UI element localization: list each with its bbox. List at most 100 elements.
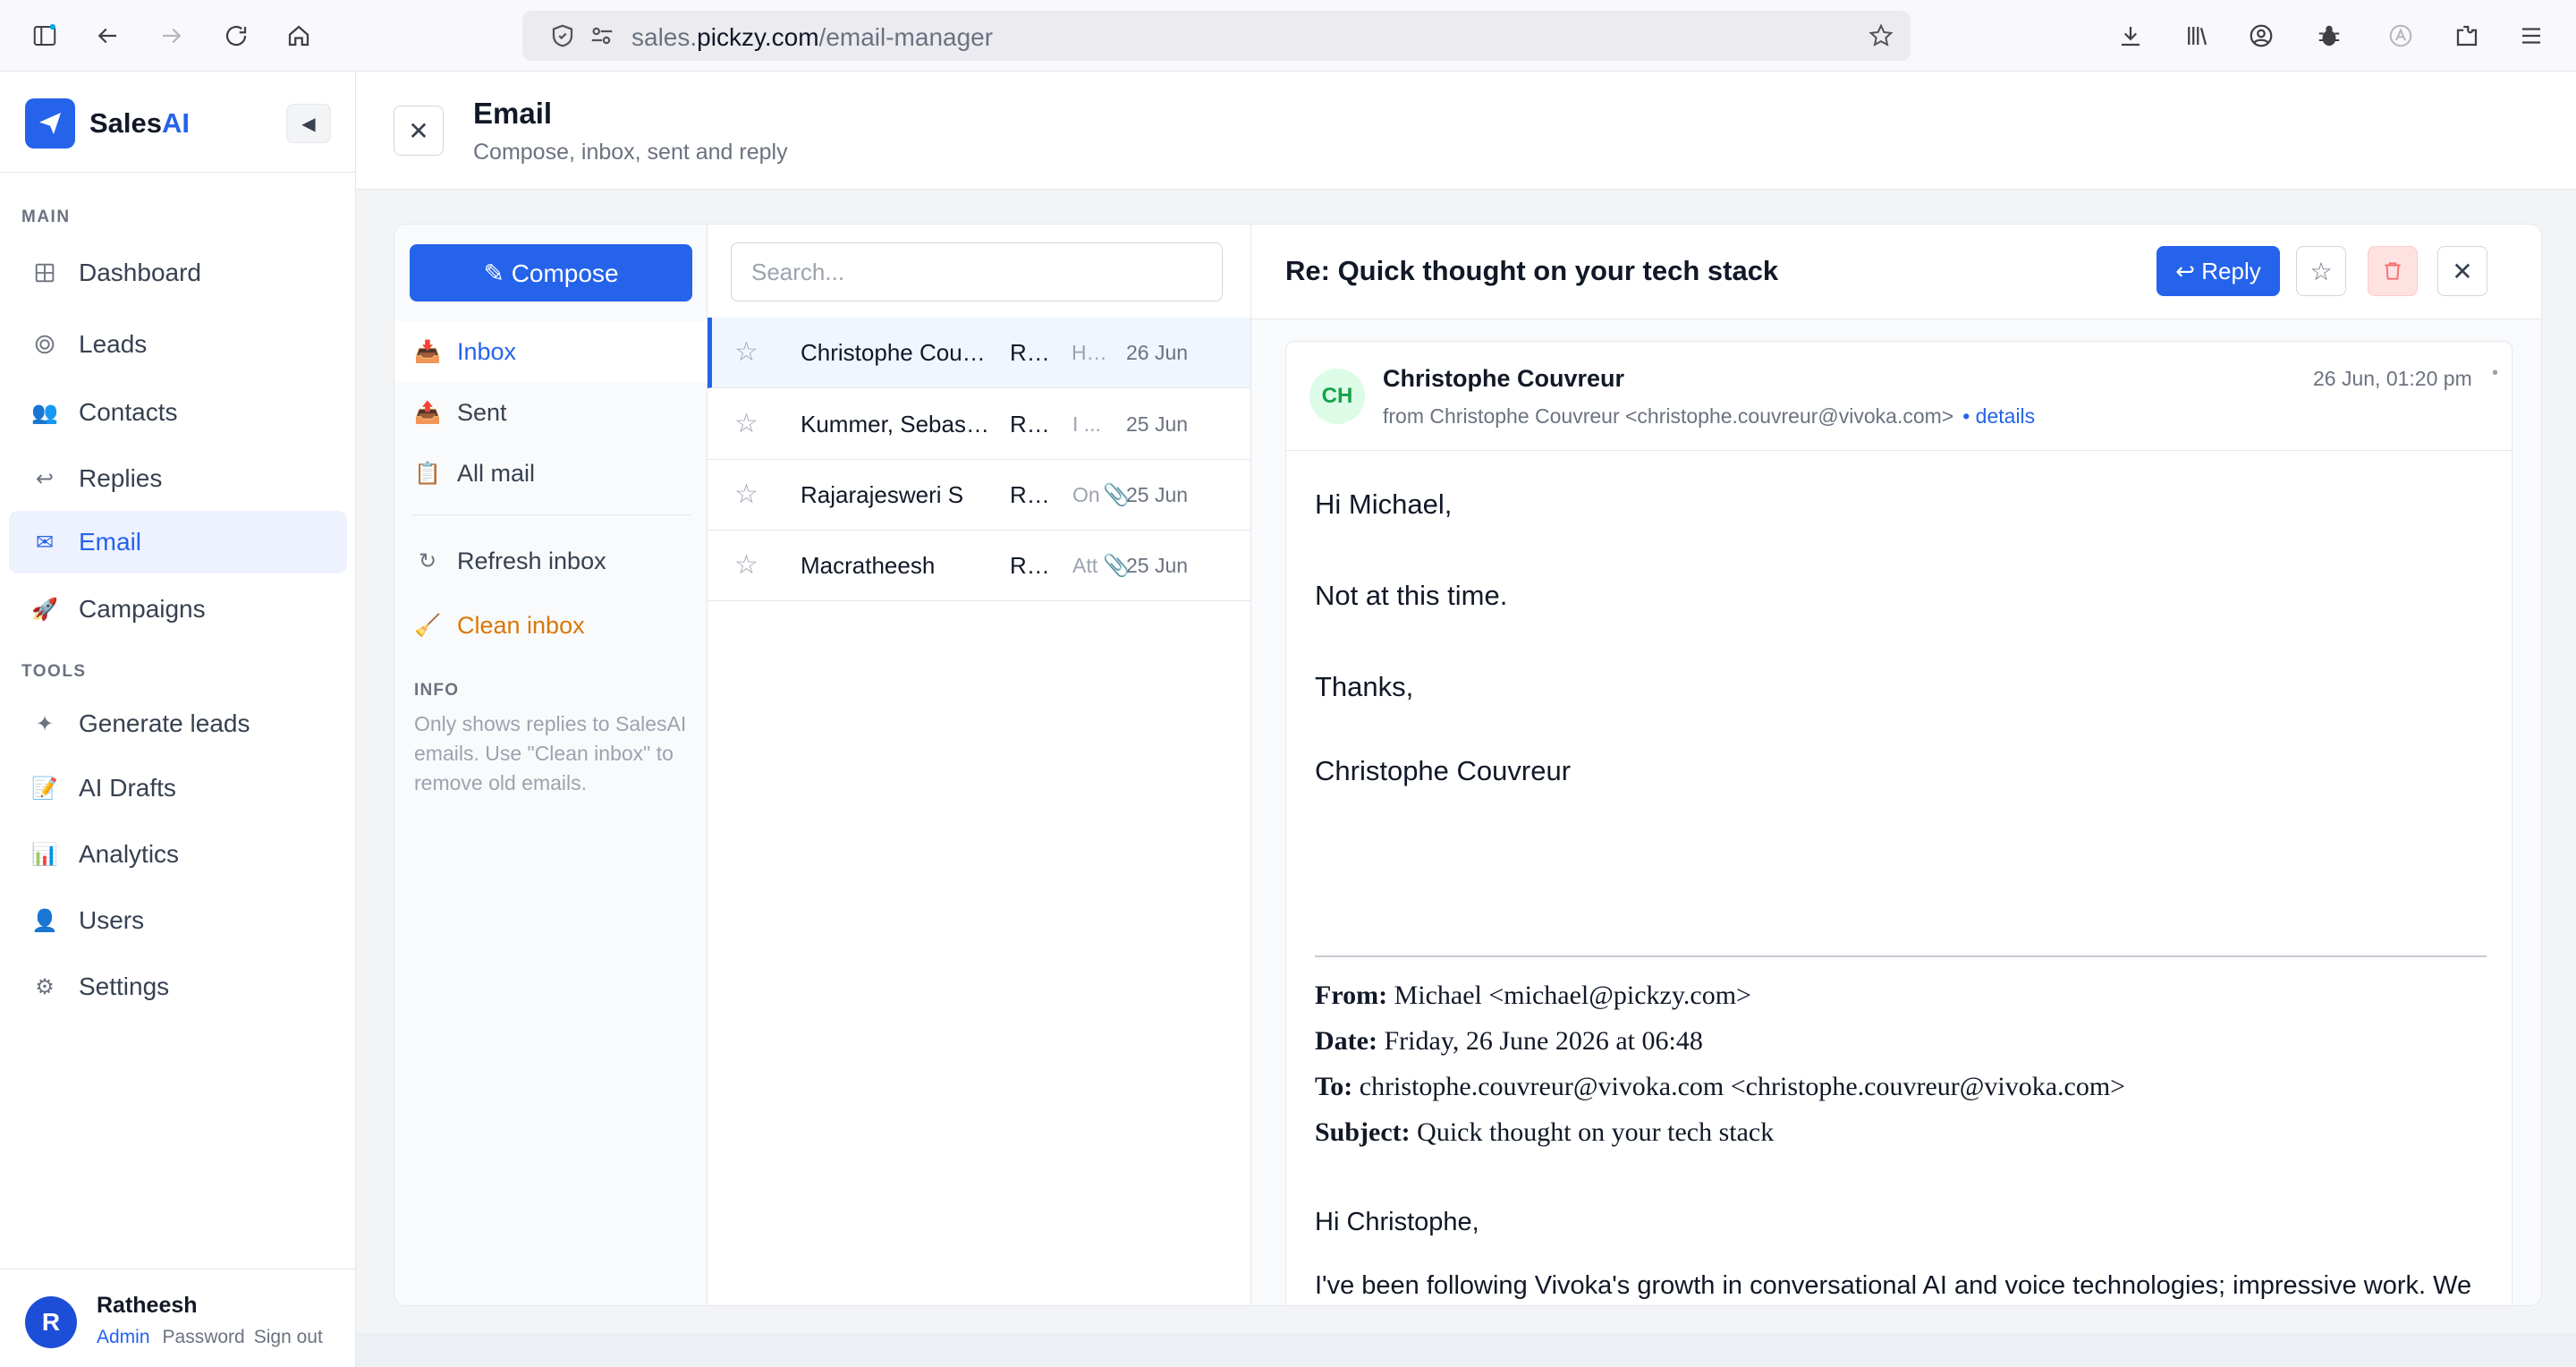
sidebar-item-email[interactable]: ✉ Email <box>9 511 347 573</box>
sidebar-item-replies[interactable]: ↩ Replies <box>9 447 347 510</box>
url-text[interactable]: sales.pickzy.com/email-manager <box>631 23 993 52</box>
folder-label: Inbox <box>457 337 517 365</box>
message-date: 26 Jun, 01:20 pm <box>2313 367 2472 390</box>
close-page-button[interactable]: ✕ <box>394 106 444 156</box>
user-icon: 👤 <box>31 908 58 933</box>
avatar[interactable]: R <box>25 1296 77 1348</box>
body-thanks: Thanks, <box>1315 671 1414 702</box>
star-icon[interactable]: ☆ <box>734 550 765 581</box>
avatar: CH <box>1309 369 1365 424</box>
quote-divider <box>1315 955 2487 957</box>
sidebar-item-label: Replies <box>79 464 163 492</box>
compose-button[interactable]: ✎ Compose <box>410 244 692 301</box>
section-label-tools: TOOLS <box>21 662 87 681</box>
message-date: 25 Jun <box>1126 412 1189 436</box>
memo-icon: 📝 <box>31 776 58 801</box>
inbox-tray-icon: 📥 <box>414 339 441 364</box>
bookmark-star-icon[interactable] <box>1868 22 1894 49</box>
brand[interactable]: SalesAI <box>25 97 190 150</box>
star-icon[interactable]: ☆ <box>734 409 765 439</box>
page-title: Email <box>473 97 553 130</box>
target-icon <box>29 328 61 361</box>
sidebar-item-label: Leads <box>79 330 148 358</box>
collapse-sidebar-button[interactable]: ◀ <box>286 104 331 143</box>
mail-icon: ✉ <box>35 530 55 555</box>
star-icon[interactable]: ☆ <box>734 480 765 510</box>
sidebar-toggle-icon[interactable] <box>25 16 64 55</box>
downloads-icon[interactable] <box>2111 16 2150 55</box>
message-subject: Re: Quick thought <box>1010 410 1062 437</box>
message-date: 26 Jun <box>1126 340 1189 364</box>
reply-button[interactable]: ↩ Reply <box>2157 246 2280 296</box>
close-icon: ✕ <box>2452 257 2473 285</box>
list-item[interactable]: ☆ Christophe Couvreur Re: Quick thought … <box>708 318 1250 388</box>
folder-label: All mail <box>457 459 536 487</box>
sign-out-link[interactable]: Sign out <box>254 1327 323 1347</box>
password-link[interactable]: Password <box>163 1327 245 1347</box>
message-sender: Rajarajesweri S <box>801 480 964 508</box>
sidebar-item-label: Settings <box>79 972 170 1000</box>
extension-bug-icon[interactable] <box>2309 16 2349 55</box>
star-icon[interactable]: ☆ <box>734 337 765 368</box>
star-button[interactable]: ☆ <box>2296 246 2346 296</box>
refresh-inbox-button[interactable]: ↻ Refresh inbox <box>394 531 708 591</box>
sidebar-item-leads[interactable]: Leads <box>9 313 347 376</box>
divider <box>412 514 691 515</box>
sidebar-item-label: Dashboard <box>79 259 201 286</box>
back-icon[interactable] <box>88 16 127 55</box>
forward-icon[interactable] <box>152 16 191 55</box>
folder-all-mail[interactable]: 📋 All mail <box>394 443 708 504</box>
sidebar-item-dashboard[interactable]: Dashboard <box>9 242 347 304</box>
close-reader-button[interactable]: ✕ <box>2437 246 2487 296</box>
paper-plane-logo-icon <box>25 98 75 149</box>
sidebar-item-settings[interactable]: ⚙ Settings <box>9 955 347 1018</box>
outbox-tray-icon: 📤 <box>414 400 441 425</box>
role-link[interactable]: Admin <box>97 1327 150 1347</box>
address-bar[interactable]: sales.pickzy.com/email-manager <box>522 11 1911 61</box>
sidebar-item-label: Contacts <box>79 398 178 426</box>
details-link[interactable]: • details <box>1962 404 2035 428</box>
clean-label: Clean inbox <box>457 611 585 639</box>
message-reader: Re: Quick thought on your tech stack ↩ R… <box>1251 225 2541 1305</box>
menu-icon[interactable] <box>2512 16 2551 55</box>
more-dot[interactable]: • <box>2492 363 2498 384</box>
sidebar-item-ai-drafts[interactable]: 📝 AI Drafts <box>9 757 347 819</box>
extensions-icon[interactable] <box>2447 16 2487 55</box>
list-item[interactable]: ☆ Macratheesh Re: Quick thought Att 📎 25… <box>708 531 1250 601</box>
message-subject: Re: Quick thought on your tech stack <box>1010 338 1062 366</box>
library-icon[interactable] <box>2177 16 2216 55</box>
broom-icon: 🧹 <box>414 613 441 638</box>
site-settings-icon[interactable] <box>589 22 615 49</box>
quote-paragraph: I've been following Vivoka's growth in c… <box>1315 1271 2472 1300</box>
sidebar-item-contacts[interactable]: 👥 Contacts <box>9 381 347 444</box>
folder-inbox[interactable]: 📥 Inbox <box>394 321 708 382</box>
message-subject: Re: Quick thought <box>1010 551 1062 579</box>
reload-icon[interactable] <box>216 16 256 55</box>
info-text: Only shows replies to SalesAI emails. Us… <box>414 712 687 794</box>
delete-button[interactable] <box>2368 246 2418 296</box>
body-line: Not at this time. <box>1315 580 1508 611</box>
message-meta: CH Christophe Couvreur from Christophe C… <box>1286 342 2512 451</box>
shield-icon[interactable] <box>549 22 576 49</box>
reader-header: Re: Quick thought on your tech stack ↩ R… <box>1251 225 2541 319</box>
account-icon[interactable] <box>2241 16 2281 55</box>
body-signature: Christophe Couvreur <box>1315 755 1572 786</box>
sidebar-item-users[interactable]: 👤 Users <box>9 889 347 952</box>
translate-icon[interactable] <box>2381 16 2420 55</box>
sidebar-item-generate-leads[interactable]: ✦ Generate leads <box>9 692 347 755</box>
clean-inbox-button[interactable]: 🧹 Clean inbox <box>394 595 708 656</box>
folder-sent[interactable]: 📤 Sent <box>394 382 708 443</box>
message-snippet: Att <box>1072 553 1098 577</box>
sidebar-item-label: Generate leads <box>79 709 250 737</box>
gear-icon: ⚙ <box>35 974 55 999</box>
sidebar-item-analytics[interactable]: 📊 Analytics <box>9 823 347 886</box>
user-name: Ratheesh <box>97 1293 198 1318</box>
list-item[interactable]: ☆ Kummer, Sebastian Re: Quick thought I … <box>708 389 1250 460</box>
list-item[interactable]: ☆ Rajarajesweri S Re: Quick thought On 📎… <box>708 460 1250 531</box>
star-icon: ☆ <box>2309 257 2333 285</box>
sidebar-item-label: Analytics <box>79 840 180 868</box>
sidebar-item-campaigns[interactable]: 🚀 Campaigns <box>9 578 347 641</box>
search-input[interactable] <box>731 242 1223 301</box>
home-icon[interactable] <box>279 16 318 55</box>
user-links: Admin Password Sign out <box>97 1327 332 1348</box>
